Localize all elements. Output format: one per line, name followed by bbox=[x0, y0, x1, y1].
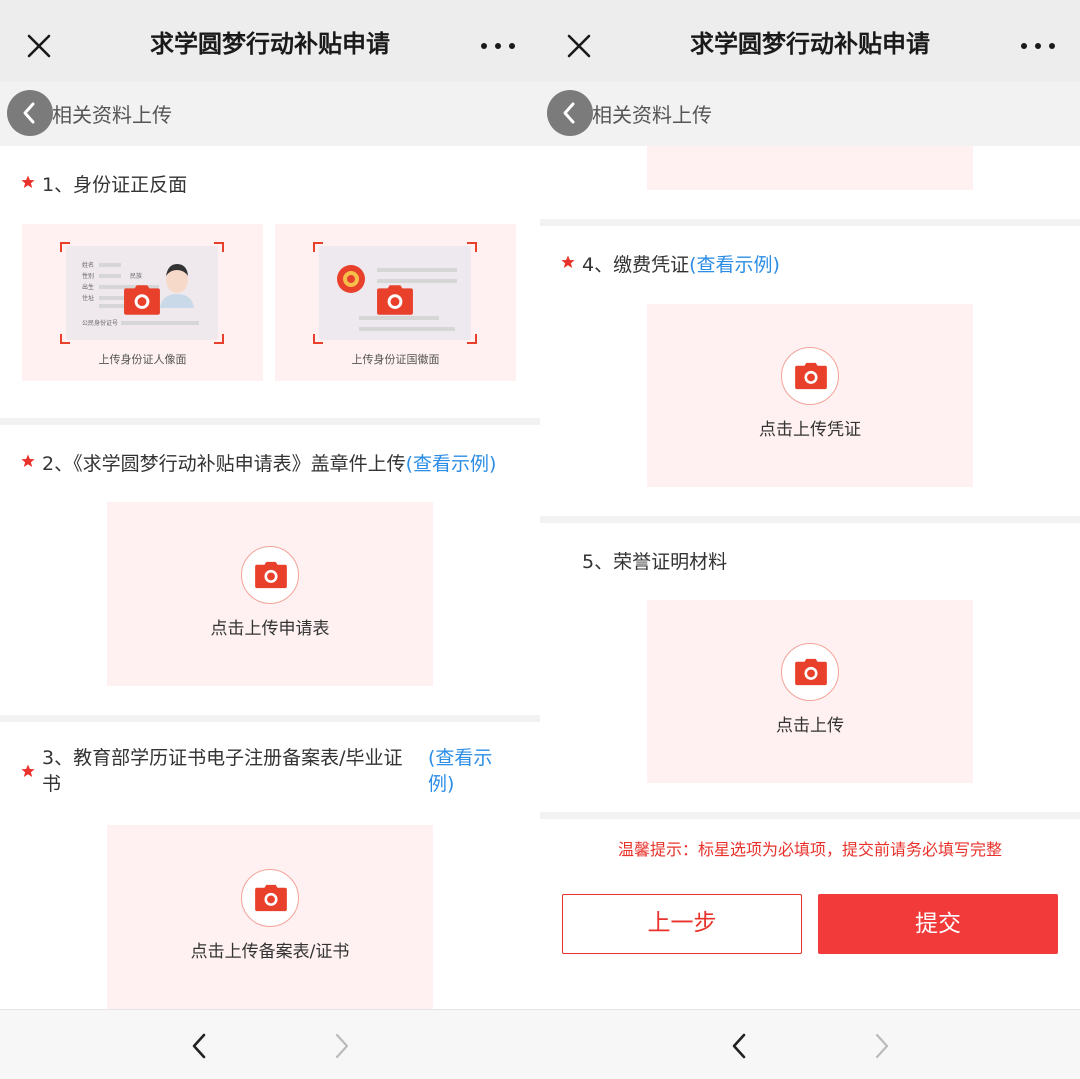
camera-icon bbox=[255, 884, 287, 912]
upload-certificate[interactable]: 点击上传备案表/证书 bbox=[107, 825, 433, 1009]
top-bar: 求学圆梦行动补贴申请 bbox=[540, 0, 1080, 82]
back-icon bbox=[563, 102, 575, 124]
more-icon[interactable] bbox=[478, 36, 518, 56]
star-icon bbox=[561, 255, 575, 268]
upload-voucher[interactable]: 点击上传凭证 bbox=[647, 304, 973, 487]
back-button[interactable] bbox=[547, 90, 593, 136]
back-button[interactable] bbox=[7, 90, 53, 136]
id-field-birth: 出生 bbox=[82, 283, 94, 291]
section-label: 相关资料上传 bbox=[592, 103, 712, 127]
camera-button bbox=[781, 643, 839, 701]
upload-form-label: 点击上传申请表 bbox=[210, 619, 330, 639]
id-field-ethnicity: 民族 bbox=[130, 272, 142, 280]
nav-back-icon[interactable] bbox=[729, 1032, 751, 1060]
camera-icon bbox=[124, 285, 160, 315]
page-title: 求学圆梦行动补贴申请 bbox=[150, 30, 390, 58]
section-3-title: 3、教育部学历证书电子注册备案表/毕业证书 bbox=[42, 747, 403, 795]
id-back-upload[interactable]: 上传身份证国徽面 bbox=[275, 224, 516, 381]
nav-back-icon[interactable] bbox=[189, 1032, 211, 1060]
star-icon bbox=[21, 454, 35, 467]
camera-icon bbox=[795, 362, 827, 390]
prev-step-button[interactable]: 上一步 bbox=[562, 894, 802, 954]
section-label: 相关资料上传 bbox=[52, 103, 172, 127]
divider bbox=[540, 812, 1080, 819]
upload-application-form[interactable]: 点击上传申请表 bbox=[107, 502, 433, 686]
section-4-title-text: 4、缴费凭证 bbox=[582, 254, 690, 276]
id-field-name: 姓名 bbox=[82, 261, 94, 269]
id-field-address: 住址 bbox=[82, 294, 94, 302]
right-screen: 求学圆梦行动补贴申请 相关资料上传 4、缴费凭证(查看示例) 点击上传凭证 5、… bbox=[540, 0, 1080, 1079]
section-4-title: 4、缴费凭证(查看示例) bbox=[582, 250, 780, 277]
star-icon bbox=[21, 175, 35, 188]
camera-icon bbox=[377, 285, 413, 315]
more-icon[interactable] bbox=[1018, 36, 1058, 56]
camera-button bbox=[241, 869, 299, 927]
upload-cert-label: 点击上传备案表/证书 bbox=[190, 942, 350, 962]
back-icon bbox=[23, 102, 35, 124]
section-2-title-text: 2、《求学圆梦行动补贴申请表》盖章件上传 bbox=[42, 453, 406, 475]
section-header: 相关资料上传 bbox=[0, 82, 540, 146]
browser-nav-bar bbox=[540, 1009, 1080, 1079]
top-bar: 求学圆梦行动补贴申请 bbox=[0, 0, 540, 82]
view-example-link[interactable]: (查看示例) bbox=[689, 254, 780, 276]
id-field-gender: 性别 bbox=[82, 272, 94, 280]
section-5-title: 5、荣誉证明材料 bbox=[582, 551, 728, 573]
camera-icon bbox=[795, 658, 827, 686]
id-field-number: 公民身份证号 bbox=[82, 319, 118, 327]
divider bbox=[0, 715, 540, 722]
section-header: 相关资料上传 bbox=[540, 82, 1080, 146]
divider bbox=[540, 219, 1080, 226]
section-1-title: 1、身份证正反面 bbox=[42, 174, 188, 196]
id-front-upload[interactable]: 姓名 性别 民族 出生 住址 公民身份证号 上传身份证人像面 bbox=[22, 224, 263, 381]
page-title: 求学圆梦行动补贴申请 bbox=[690, 30, 930, 58]
left-screen: 求学圆梦行动补贴申请 相关资料上传 1、身份证正反面 姓名 性别 民族 出生 住… bbox=[0, 0, 540, 1079]
divider bbox=[0, 418, 540, 425]
section-2-title: 2、《求学圆梦行动补贴申请表》盖章件上传(查看示例) bbox=[42, 449, 496, 476]
star-icon bbox=[21, 764, 35, 777]
nav-forward-icon[interactable] bbox=[870, 1032, 892, 1060]
upload-certificate-partial[interactable] bbox=[647, 140, 973, 190]
camera-icon bbox=[255, 561, 287, 589]
view-example-link[interactable]: (查看示例) bbox=[428, 745, 508, 797]
upload-voucher-label: 点击上传凭证 bbox=[759, 420, 861, 440]
submit-button[interactable]: 提交 bbox=[818, 894, 1058, 954]
view-example-link[interactable]: (查看示例) bbox=[406, 453, 497, 475]
id-back-caption: 上传身份证国徽面 bbox=[351, 353, 440, 366]
upload-honor-label: 点击上传 bbox=[776, 716, 844, 736]
upload-honor[interactable]: 点击上传 bbox=[647, 600, 973, 783]
browser-nav-bar bbox=[0, 1009, 540, 1079]
required-warning: 温馨提示：标星选项为必填项，提交前请务必填写完整 bbox=[617, 840, 1002, 859]
nav-forward-icon[interactable] bbox=[330, 1032, 352, 1060]
camera-button bbox=[241, 546, 299, 604]
divider bbox=[540, 516, 1080, 523]
id-front-caption: 上传身份证人像面 bbox=[98, 353, 187, 366]
camera-button bbox=[781, 347, 839, 405]
